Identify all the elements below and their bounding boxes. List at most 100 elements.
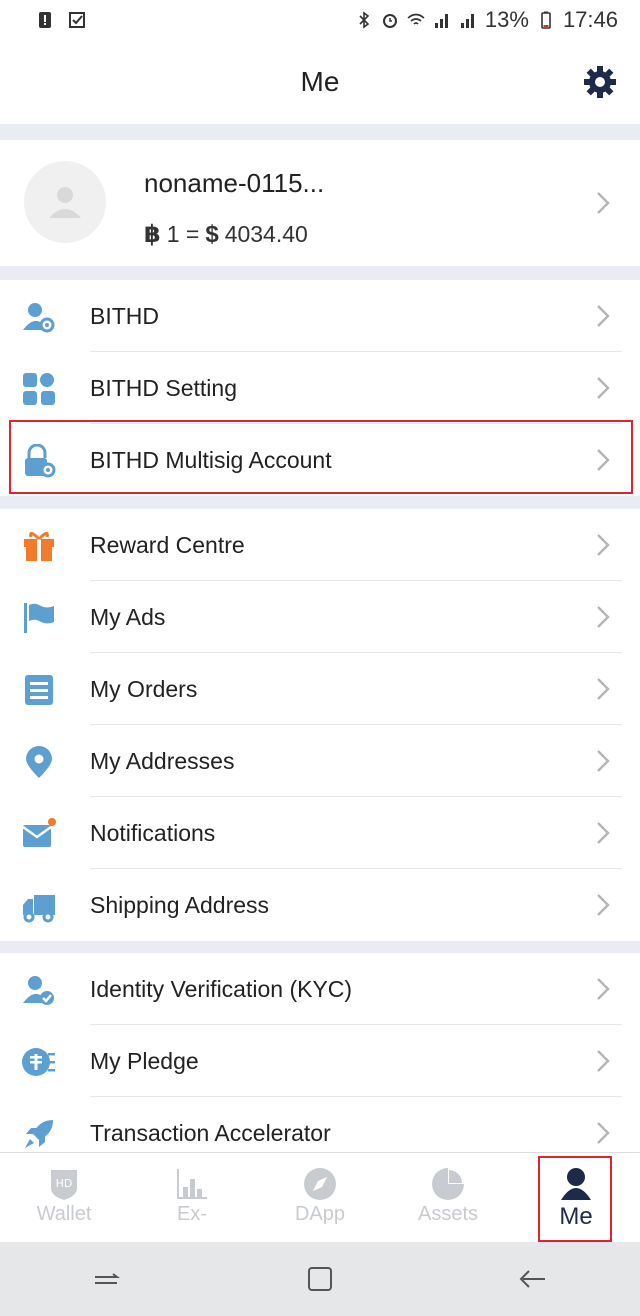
menu-group-device: BITHD BITHD Setting BITHD Multisig Accou… [0, 280, 640, 496]
app-header: Me [0, 40, 640, 124]
svg-text:HD: HD [56, 1177, 73, 1190]
alarm-icon [382, 14, 397, 28]
chevron-right-icon [597, 305, 610, 327]
chevron-right-icon [597, 1122, 610, 1144]
menu-item-bithd[interactable]: BITHD [0, 280, 640, 352]
menu-item-my-orders[interactable]: My Orders [0, 653, 640, 725]
bottom-tab-bar: HD Wallet Ex- DApp Assets Me [0, 1152, 640, 1242]
back-arrow-icon [519, 1270, 546, 1288]
status-bar: 13% 17:46 [0, 0, 640, 40]
menu-item-my-pledge[interactable]: My Pledge [0, 1025, 640, 1097]
menu-item-label: My Addresses [90, 748, 235, 774]
chevron-right-icon [597, 750, 610, 772]
tab-label: Wallet [36, 1203, 92, 1225]
profile-card[interactable]: noname-0115... ฿ 1 = $ 4034.40 [0, 140, 640, 266]
rate-value: 4034.40 [224, 221, 308, 247]
checkbox-icon [69, 12, 85, 28]
signal-4g-icon [434, 14, 448, 28]
map-pin-icon [26, 746, 52, 778]
tab-assets[interactable]: Assets [384, 1153, 512, 1242]
clock: 17:46 [562, 7, 618, 32]
section-divider [0, 124, 640, 140]
system-nav-bar [0, 1242, 640, 1316]
tab-label: Me [559, 1203, 593, 1230]
tab-label: Assets [417, 1203, 479, 1225]
chevron-right-icon [597, 192, 610, 214]
menu-item-label: BITHD Setting [90, 375, 237, 401]
menu-group-account: Reward Centre My Ads My Orders My Addres… [0, 509, 640, 941]
wallet-hd-icon: HD [51, 1170, 77, 1200]
avatar [24, 161, 106, 243]
signal-3g-icon [460, 14, 474, 28]
section-divider [0, 496, 640, 510]
chevron-right-icon [597, 1050, 610, 1072]
chevron-right-icon [597, 377, 610, 399]
usd-symbol: $ [205, 220, 219, 248]
rocket-icon [25, 1120, 53, 1148]
menu-item-label: Notifications [90, 820, 216, 846]
exchange-chart-icon [177, 1169, 207, 1199]
menu-item-identity-verification[interactable]: Identity Verification (KYC) [0, 953, 640, 1025]
menu-item-label: Identity Verification (KYC) [90, 976, 353, 1002]
rate-label: 1 = [166, 221, 200, 247]
back-button[interactable] [513, 1259, 553, 1299]
lock-gear-icon [25, 444, 56, 478]
pledge-icon [22, 1048, 55, 1076]
recent-apps-button[interactable] [87, 1259, 127, 1299]
menu-item-my-addresses[interactable]: My Addresses [0, 725, 640, 797]
user-gear-icon [23, 303, 55, 333]
gift-icon [24, 532, 54, 561]
menu-item-bithd-setting[interactable]: BITHD Setting [0, 352, 640, 424]
menu-item-label: My Pledge [90, 1048, 199, 1074]
tab-dapp[interactable]: DApp [256, 1153, 384, 1242]
tab-exchange[interactable]: Ex- [128, 1153, 256, 1242]
battery-icon [541, 11, 551, 29]
chevron-right-icon [597, 894, 610, 916]
tab-label: DApp [294, 1203, 346, 1225]
recent-apps-icon [94, 1273, 120, 1284]
alert-icon [39, 12, 51, 28]
menu-item-label: My Orders [90, 676, 198, 702]
battery-percent: 13% [484, 7, 529, 32]
tab-wallet[interactable]: HD Wallet [0, 1153, 128, 1242]
user-placeholder-icon [49, 187, 81, 218]
wifi-icon [407, 13, 425, 25]
gear-icon[interactable] [582, 64, 618, 100]
home-square-icon [307, 1267, 332, 1291]
menu-item-label: BITHD [90, 303, 159, 329]
menu-item-notifications[interactable]: Notifications [0, 797, 640, 869]
exchange-rate: ฿ 1 = $ 4034.40 [144, 220, 308, 249]
tab-me[interactable]: Me [512, 1153, 640, 1242]
chevron-right-icon [597, 822, 610, 844]
grid-apps-icon [23, 373, 55, 405]
user-check-icon [23, 976, 54, 1005]
chevron-right-icon [597, 978, 610, 1000]
mail-icon [22, 818, 56, 847]
chevron-right-icon [597, 449, 610, 471]
pie-chart-icon [432, 1168, 464, 1200]
menu-item-label: My Ads [90, 604, 166, 630]
chevron-right-icon [597, 606, 610, 628]
menu-item-reward-centre[interactable]: Reward Centre [0, 509, 640, 581]
menu-item-bithd-multisig-account[interactable]: BITHD Multisig Account [0, 424, 640, 496]
btc-symbol: ฿ [144, 221, 161, 248]
home-button[interactable] [300, 1259, 340, 1299]
menu-group-services: Identity Verification (KYC) My Pledge Tr… [0, 953, 640, 1169]
menu-item-label: Transaction Accelerator [90, 1120, 331, 1146]
menu-item-label: Reward Centre [90, 532, 245, 558]
menu-item-shipping-address[interactable]: Shipping Address [0, 869, 640, 941]
menu-item-my-ads[interactable]: My Ads [0, 581, 640, 653]
tab-label: Ex- [177, 1203, 207, 1225]
list-doc-icon [25, 675, 53, 705]
page-title: Me [300, 66, 340, 97]
compass-icon [304, 1168, 336, 1200]
flag-icon [24, 603, 54, 633]
profile-name: noname-0115... [144, 168, 325, 198]
chevron-right-icon [597, 678, 610, 700]
menu-item-label: BITHD Multisig Account [90, 447, 332, 473]
section-divider [0, 266, 640, 280]
truck-icon [23, 895, 55, 923]
chevron-right-icon [597, 534, 610, 556]
bluetooth-icon [359, 11, 370, 29]
person-icon [561, 1168, 591, 1200]
